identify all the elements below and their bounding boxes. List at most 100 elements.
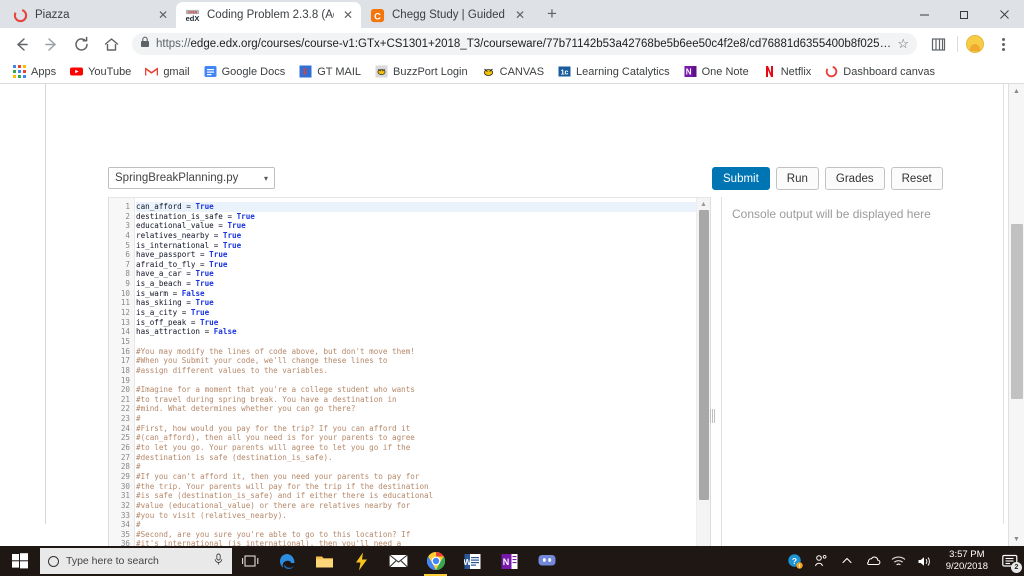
bookmark-google-docs[interactable]: Google Docs	[197, 62, 293, 82]
chrome-icon[interactable]	[417, 546, 454, 576]
code-token: True	[209, 250, 227, 259]
submit-button[interactable]: Submit	[712, 167, 770, 190]
canvas-icon	[482, 65, 495, 78]
taskbar-clock[interactable]: 3:57 PM 9/20/2018	[938, 546, 996, 576]
bookmark-label: Netflix	[781, 66, 812, 78]
notification-badge: 2	[1011, 562, 1022, 573]
back-icon[interactable]	[8, 31, 34, 57]
bookmark-label: CANVAS	[500, 66, 544, 78]
grades-button[interactable]: Grades	[825, 167, 885, 190]
system-tray: ?! 3:57 PM 9/20/2018 2	[782, 546, 1024, 576]
code-token: #If you can't afford it, then you need y…	[136, 472, 419, 481]
svg-text:W: W	[464, 557, 472, 567]
new-tab-button[interactable]: +	[539, 1, 565, 27]
bookmark-netflix[interactable]: Netflix	[756, 62, 819, 82]
home-icon[interactable]	[98, 31, 124, 57]
browser-tab-chegg[interactable]: C Chegg Study | Guided Solutions a ✕	[361, 2, 533, 28]
task-view-icon[interactable]	[232, 546, 269, 576]
code-token: True	[195, 269, 213, 278]
edge-icon[interactable]	[269, 546, 306, 576]
code-token: =	[205, 327, 214, 336]
code-token: False	[182, 289, 205, 298]
close-icon[interactable]: ✕	[513, 8, 527, 22]
line-number: 15	[109, 337, 134, 347]
close-icon[interactable]: ✕	[156, 8, 170, 22]
bookmark-learning-catalytics[interactable]: 1c Learning Catalytics	[551, 62, 677, 82]
code-token: =	[182, 308, 191, 317]
console-output-panel[interactable]: Console output will be displayed here	[721, 197, 1003, 546]
line-number: 24	[109, 424, 134, 434]
page-scroll-down-icon[interactable]: ▼	[1009, 532, 1024, 546]
line-number: 4	[109, 231, 134, 241]
editor-resize-handle[interactable]	[710, 409, 716, 423]
file-select-dropdown[interactable]: SpringBreakPlanning.py ▾	[108, 167, 275, 189]
notification-center-button[interactable]: 2	[996, 546, 1024, 576]
browser-tab-coding-problem[interactable]: OPEN edX Coding Problem 2.3.8 (Advanced …	[176, 2, 361, 28]
code-token: educational_value	[136, 221, 218, 230]
code-line: #value (educational_value) or there are …	[136, 501, 696, 511]
onenote-icon[interactable]: N	[491, 546, 528, 576]
word-icon[interactable]: W	[454, 546, 491, 576]
code-line: #it's international (is_international), …	[136, 539, 696, 546]
onedrive-icon[interactable]	[860, 546, 886, 576]
bookmark-star-icon[interactable]: ☆	[897, 36, 909, 52]
line-number: 36	[109, 539, 134, 546]
show-hidden-icons-icon[interactable]	[834, 546, 860, 576]
code-text-area[interactable]: can_afford = Truedestination_is_safe = T…	[136, 198, 696, 546]
maximize-button[interactable]	[944, 0, 984, 28]
bookmark-youtube[interactable]: YouTube	[63, 62, 138, 82]
scroll-up-icon[interactable]: ▲	[697, 198, 710, 210]
help-icon[interactable]: ?!	[782, 546, 808, 576]
bookmark-gt-mail[interactable]: F GT MAIL	[292, 62, 368, 82]
code-token: #You may modify the lines of code above,…	[136, 347, 415, 356]
bookmark-apps[interactable]: Apps	[6, 62, 63, 82]
code-token: #First, how would you pay for the trip? …	[136, 424, 410, 433]
page-scrollbar-thumb[interactable]	[1011, 224, 1023, 399]
line-number: 20	[109, 385, 134, 395]
people-icon[interactable]	[808, 546, 834, 576]
bookmark-gmail[interactable]: gmail	[138, 62, 196, 82]
address-bar[interactable]: https://edge.edx.org/courses/course-v1:G…	[132, 33, 917, 55]
tab-title: Chegg Study | Guided Solutions a	[392, 9, 506, 21]
close-icon[interactable]: ✕	[341, 8, 355, 22]
code-editor[interactable]: 1234567891011121314151617181920212223242…	[108, 197, 711, 546]
page-scroll-up-icon[interactable]: ▲	[1009, 84, 1024, 98]
run-button[interactable]: Run	[776, 167, 819, 190]
page-scrollbar[interactable]: ▲ ▼	[1008, 84, 1024, 546]
code-token: has_attraction	[136, 327, 205, 336]
discord-icon[interactable]	[528, 546, 565, 576]
code-token: True	[237, 212, 255, 221]
extension-icon[interactable]	[925, 31, 951, 57]
bookmark-one-note[interactable]: N One Note	[677, 62, 756, 82]
editor-scrollbar-thumb[interactable]	[699, 210, 709, 500]
mail-icon[interactable]	[380, 546, 417, 576]
code-token: #to travel during spring break. You have…	[136, 395, 397, 404]
bookmark-buzzport-login[interactable]: BuzzPort Login	[368, 62, 475, 82]
code-line: #the trip. Your parents will pay for the…	[136, 482, 696, 492]
taskbar-search-box[interactable]: Type here to search	[40, 548, 232, 574]
code-line: is_off_peak = True	[136, 318, 696, 328]
line-number: 9	[109, 279, 134, 289]
microphone-icon[interactable]	[213, 553, 224, 569]
forward-icon[interactable]	[38, 31, 64, 57]
code-token: True	[227, 221, 245, 230]
chrome-menu-icon[interactable]	[990, 31, 1016, 57]
code-line: can_afford = True	[136, 202, 696, 212]
volume-icon[interactable]	[912, 546, 938, 576]
reload-icon[interactable]	[68, 31, 94, 57]
start-button[interactable]	[0, 546, 40, 576]
editor-scrollbar[interactable]: ▲	[696, 198, 710, 546]
wifi-icon[interactable]	[886, 546, 912, 576]
code-line: #assign different values to the variable…	[136, 366, 696, 376]
close-button[interactable]	[984, 0, 1024, 28]
code-token: =	[214, 231, 223, 240]
flash-icon[interactable]	[343, 546, 380, 576]
bookmark-canvas[interactable]: CANVAS	[475, 62, 551, 82]
browser-tab-piazza[interactable]: Piazza ✕	[4, 2, 176, 28]
reset-button[interactable]: Reset	[891, 167, 943, 190]
profile-avatar[interactable]	[966, 35, 984, 53]
gmail-icon	[145, 65, 158, 78]
file-explorer-icon[interactable]	[306, 546, 343, 576]
minimize-button[interactable]	[904, 0, 944, 28]
bookmark-dashboard-canvas[interactable]: Dashboard canvas	[818, 62, 942, 82]
